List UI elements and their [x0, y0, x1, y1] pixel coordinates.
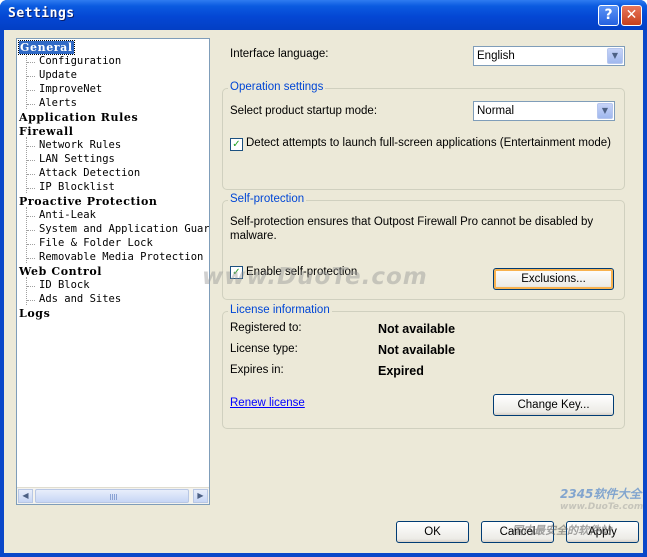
- registered-to-value: Not available: [378, 322, 456, 336]
- ok-button[interactable]: OK: [396, 521, 469, 543]
- tree-item[interactable]: Configuration: [39, 55, 121, 67]
- tree-item[interactable]: Logs: [19, 307, 50, 320]
- tree-connector: [27, 188, 35, 189]
- tree-item[interactable]: Update: [39, 69, 77, 81]
- corner-url-watermark: www.DuoTe.com: [560, 502, 644, 512]
- settings-tree[interactable]: General Configuration Update ImproveNet Aler…: [16, 38, 210, 505]
- tree-connector: [27, 62, 35, 63]
- self-protection-description: Self-protection ensures that Outpost Fir…: [230, 216, 594, 242]
- expires-in-label: Expires in:: [230, 364, 284, 376]
- tree-connector: [27, 104, 35, 105]
- license-title: License information: [228, 304, 332, 316]
- startup-mode-select[interactable]: Normal ▼: [473, 101, 615, 121]
- tree-item[interactable]: Alerts: [39, 97, 77, 109]
- interface-language-value: English: [477, 50, 515, 62]
- tree-connector: [27, 90, 35, 91]
- tree-connector: [27, 146, 35, 147]
- tree-connector: [27, 216, 35, 217]
- window-title: Settings: [8, 6, 75, 21]
- chevron-down-icon[interactable]: ▼: [607, 48, 623, 64]
- tree-item[interactable]: Proactive Protection: [19, 195, 157, 208]
- title-bar: Settings ? ✕: [0, 0, 647, 30]
- tree-item[interactable]: ID Block: [39, 279, 90, 291]
- tree-item[interactable]: IP Blocklist: [39, 181, 115, 193]
- duote-watermark: www.DuoTe.com: [202, 264, 428, 290]
- interface-language-label: Interface language:: [230, 48, 329, 60]
- tree-connector: [27, 76, 35, 77]
- tree-connector: [27, 300, 35, 301]
- tree-connector: [27, 244, 35, 245]
- corner-brand-watermark: 2345软件大全: [560, 487, 642, 501]
- tree-connector: [27, 230, 35, 231]
- license-type-value: Not available: [378, 343, 456, 357]
- tree-item[interactable]: File & Folder Lock: [39, 237, 153, 249]
- registered-to-label: Registered to:: [230, 322, 302, 334]
- tree-item[interactable]: LAN Settings: [39, 153, 115, 165]
- entertainment-mode-label[interactable]: Detect attempts to launch full-screen ap…: [246, 137, 611, 149]
- renew-license-link[interactable]: Renew license: [230, 397, 305, 409]
- corner-text-watermark: 国内最安全的软件站: [512, 524, 611, 537]
- tree-connector: [27, 286, 35, 287]
- license-type-label: License type:: [230, 343, 298, 355]
- chevron-down-icon[interactable]: ▼: [597, 103, 613, 119]
- change-key-button[interactable]: Change Key...: [493, 394, 614, 416]
- scrollbar-thumb[interactable]: [35, 489, 189, 503]
- dialog-body: General Configuration Update ImproveNet Aler…: [4, 30, 643, 553]
- tree-item[interactable]: Anti-Leak: [39, 209, 96, 221]
- tree-item[interactable]: Application Rules: [19, 111, 138, 124]
- self-protection-title: Self-protection: [228, 193, 307, 205]
- tree-connector: [27, 160, 35, 161]
- tree-item[interactable]: ImproveNet: [39, 83, 102, 95]
- interface-language-select[interactable]: English ▼: [473, 46, 625, 66]
- entertainment-mode-checkbox[interactable]: ✓: [230, 138, 243, 151]
- startup-mode-value: Normal: [477, 105, 515, 117]
- help-button[interactable]: ?: [598, 5, 619, 26]
- tree-item[interactable]: Firewall: [19, 125, 74, 138]
- tree-item[interactable]: Web Control: [19, 265, 102, 278]
- operation-settings-title: Operation settings: [228, 81, 326, 93]
- tree-item[interactable]: System and Application Guard: [39, 223, 209, 235]
- tree-item[interactable]: Removable Media Protection: [39, 251, 203, 263]
- settings-window: Settings ? ✕ General Configuration Update I…: [0, 0, 647, 557]
- scroll-right-icon[interactable]: ▶: [193, 489, 208, 503]
- tree-connector: [27, 258, 35, 259]
- close-button[interactable]: ✕: [621, 5, 642, 26]
- tree-connector: [27, 174, 35, 175]
- tree-horizontal-scrollbar[interactable]: ◀ ▶: [17, 487, 209, 504]
- tree-item[interactable]: General: [18, 40, 75, 55]
- exclusions-button[interactable]: Exclusions...: [493, 268, 614, 290]
- startup-mode-label: Select product startup mode:: [230, 105, 378, 117]
- tree-item[interactable]: Network Rules: [39, 139, 121, 151]
- tree-item[interactable]: Attack Detection: [39, 167, 140, 179]
- expires-in-value: Expired: [378, 364, 424, 378]
- tree-item[interactable]: Ads and Sites: [39, 293, 121, 305]
- scroll-left-icon[interactable]: ◀: [18, 489, 33, 503]
